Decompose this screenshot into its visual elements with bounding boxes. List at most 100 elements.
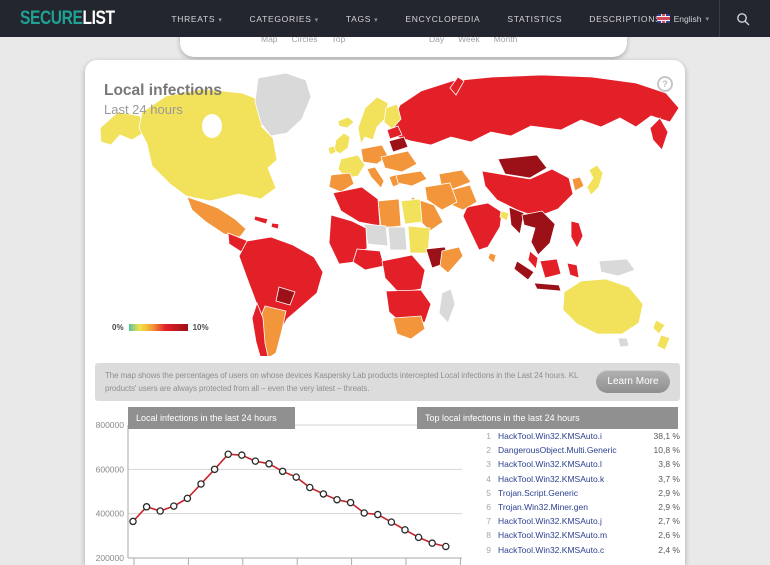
map-region-philippines[interactable] bbox=[571, 221, 583, 248]
map-region-indochina[interactable] bbox=[522, 211, 555, 255]
data-point-marker[interactable] bbox=[212, 466, 218, 472]
map-region-central-africa[interactable] bbox=[382, 255, 425, 293]
map-region-chad[interactable] bbox=[388, 227, 407, 250]
map-region-sahel[interactable] bbox=[364, 224, 388, 246]
map-region-japan[interactable] bbox=[587, 165, 603, 195]
map-region-ireland[interactable] bbox=[328, 146, 336, 155]
map-region-australia[interactable] bbox=[563, 279, 643, 334]
map-region-borneo[interactable] bbox=[540, 259, 561, 278]
data-point-marker[interactable] bbox=[334, 497, 340, 503]
legend-min-label: 0% bbox=[112, 323, 124, 332]
data-point-marker[interactable] bbox=[443, 543, 449, 549]
help-icon[interactable]: ? bbox=[657, 76, 673, 92]
map-region-malay-peninsula[interactable] bbox=[528, 251, 538, 269]
data-point-marker[interactable] bbox=[198, 481, 204, 487]
rank-number: 9 bbox=[455, 545, 491, 555]
rank-number: 8 bbox=[455, 530, 491, 540]
data-point-marker[interactable] bbox=[402, 527, 408, 533]
threat-name-link[interactable]: Trojan.Win32.Miner.gen bbox=[498, 502, 646, 512]
map-region-egypt[interactable] bbox=[401, 199, 422, 224]
threat-name-link[interactable]: HackTool.Win32.KMSAuto.l bbox=[498, 459, 646, 469]
data-point-marker[interactable] bbox=[388, 519, 394, 525]
map-region-russia[interactable] bbox=[391, 75, 679, 145]
nav-item-categories[interactable]: CATEGORIES▾ bbox=[250, 14, 319, 24]
map-region-india[interactable] bbox=[463, 203, 502, 250]
learn-more-button[interactable]: Learn More bbox=[596, 370, 670, 393]
map-region-italy[interactable] bbox=[367, 167, 384, 188]
chart-panel-header: Local infections in the last 24 hours bbox=[128, 407, 295, 429]
map-region-sri-lanka[interactable] bbox=[488, 253, 496, 263]
nav-item-threats[interactable]: THREATS▾ bbox=[171, 14, 222, 24]
map-regions bbox=[100, 73, 679, 356]
language-selector[interactable]: English ▾ bbox=[657, 14, 709, 24]
map-region-new-zealand-north[interactable] bbox=[653, 320, 665, 334]
map-region-java[interactable] bbox=[534, 283, 561, 291]
map-region-greenland[interactable] bbox=[255, 73, 311, 136]
threat-name-link[interactable]: HackTool.Win32.KMSAuto.i bbox=[498, 431, 646, 441]
map-region-iceland[interactable] bbox=[338, 117, 354, 128]
map-region-belarus[interactable] bbox=[389, 137, 408, 152]
data-point-marker[interactable] bbox=[157, 508, 163, 514]
map-region-south-africa[interactable] bbox=[393, 316, 425, 339]
data-point-marker[interactable] bbox=[225, 451, 231, 457]
nav-item-descriptions[interactable]: DESCRIPTIONS bbox=[589, 14, 661, 24]
data-point-marker[interactable] bbox=[252, 458, 258, 464]
infections-line-chart: 200000400000600000800000 bbox=[85, 415, 475, 565]
map-region-korea[interactable] bbox=[572, 177, 584, 191]
data-point-marker[interactable] bbox=[348, 499, 354, 505]
data-point-marker[interactable] bbox=[361, 510, 367, 516]
legend-max-label: 10% bbox=[193, 323, 209, 332]
hudson-bay bbox=[202, 114, 222, 138]
y-axis-label: 400000 bbox=[96, 509, 125, 519]
threat-percentage: 2,4 % bbox=[646, 545, 680, 555]
map-region-somalia[interactable] bbox=[440, 247, 463, 273]
data-point-marker[interactable] bbox=[130, 518, 136, 524]
map-region-kamchatka[interactable] bbox=[650, 118, 668, 150]
data-point-marker[interactable] bbox=[184, 495, 190, 501]
securelist-logo[interactable]: SECURELIST bbox=[20, 8, 115, 30]
rank-number: 1 bbox=[455, 431, 491, 441]
threat-name-link[interactable]: Trojan.Script.Generic bbox=[498, 488, 646, 498]
data-point-marker[interactable] bbox=[293, 474, 299, 480]
map-region-libya[interactable] bbox=[378, 199, 401, 228]
page-title: Local infections bbox=[104, 82, 222, 100]
header-right: English ▾ bbox=[657, 0, 756, 37]
map-region-hispaniola[interactable] bbox=[271, 223, 279, 229]
nav-item-encyclopedia[interactable]: ENCYCLOPEDIA bbox=[405, 14, 480, 24]
map-region-mexico[interactable] bbox=[187, 197, 246, 237]
map-region-cuba[interactable] bbox=[254, 216, 268, 224]
threat-name-link[interactable]: HackTool.Win32.KMSAuto.c bbox=[498, 545, 646, 555]
data-point-marker[interactable] bbox=[266, 461, 272, 467]
data-point-marker[interactable] bbox=[280, 468, 286, 474]
search-button[interactable] bbox=[730, 12, 756, 26]
map-region-nigeria[interactable] bbox=[353, 249, 384, 270]
data-point-marker[interactable] bbox=[416, 534, 422, 540]
threat-name-link[interactable]: HackTool.Win32.KMSAuto.j bbox=[498, 516, 646, 526]
map-region-scandinavia[interactable] bbox=[358, 97, 388, 144]
data-point-marker[interactable] bbox=[171, 503, 177, 509]
data-point-marker[interactable] bbox=[239, 452, 245, 458]
y-axis-label: 800000 bbox=[96, 420, 125, 430]
infections-line-series bbox=[133, 454, 446, 546]
data-point-marker[interactable] bbox=[320, 491, 326, 497]
data-point-marker[interactable] bbox=[429, 540, 435, 546]
threat-name-link[interactable]: DangerousObject.Multi.Generic bbox=[498, 445, 646, 455]
threat-name-link[interactable]: HackTool.Win32.KMSAuto.k bbox=[498, 474, 646, 484]
map-region-turkey[interactable] bbox=[396, 171, 427, 186]
nav-item-tags[interactable]: TAGS▾ bbox=[346, 14, 379, 24]
top-infection-row: 8HackTool.Win32.KMSAuto.m2,6 % bbox=[455, 528, 680, 542]
map-region-tasmania[interactable] bbox=[618, 338, 629, 347]
threat-name-link[interactable]: HackTool.Win32.KMSAuto.m bbox=[498, 530, 646, 540]
map-region-new-zealand-south[interactable] bbox=[657, 335, 670, 350]
data-point-marker[interactable] bbox=[307, 484, 313, 490]
threat-percentage: 2,9 % bbox=[646, 488, 680, 498]
map-region-madagascar[interactable] bbox=[439, 289, 455, 323]
map-region-sulawesi[interactable] bbox=[567, 263, 579, 278]
map-region-new-guinea[interactable] bbox=[599, 259, 635, 276]
rank-number: 4 bbox=[455, 474, 491, 484]
data-point-marker[interactable] bbox=[375, 511, 381, 517]
nav-item-statistics[interactable]: STATISTICS bbox=[507, 14, 562, 24]
rank-number: 7 bbox=[455, 516, 491, 526]
map-region-uk[interactable] bbox=[334, 133, 350, 154]
data-point-marker[interactable] bbox=[144, 504, 150, 510]
